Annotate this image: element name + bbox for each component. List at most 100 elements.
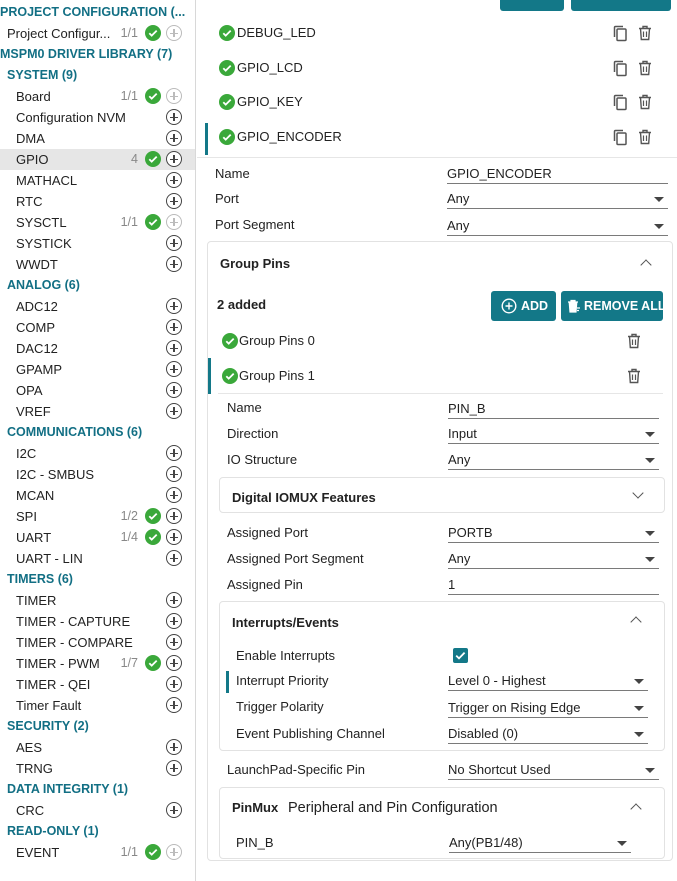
sidebar-item-configuration-nvm[interactable]: Configuration NVM bbox=[0, 107, 195, 128]
assigned-segment-select[interactable]: Any bbox=[448, 550, 659, 569]
sidebar-item-dac12[interactable]: DAC12 bbox=[0, 338, 195, 359]
add-module-icon[interactable] bbox=[166, 109, 182, 125]
add-pin-button[interactable]: ADD bbox=[491, 291, 556, 321]
launchpad-pin-select[interactable]: No Shortcut Used bbox=[448, 761, 659, 780]
add-module-icon[interactable] bbox=[166, 655, 182, 671]
add-module-icon[interactable] bbox=[166, 298, 182, 314]
sidebar-item-timer[interactable]: TIMER bbox=[0, 590, 195, 611]
trash-icon[interactable] bbox=[627, 333, 641, 352]
pinmux-pin-select[interactable]: Any(PB1/48) bbox=[449, 834, 631, 853]
digital-iomux-panel[interactable]: Digital IOMUX Features bbox=[219, 477, 665, 513]
instance-name-input[interactable]: GPIO_ENCODER bbox=[447, 165, 668, 184]
interrupt-priority-select[interactable]: Level 0 - Highest bbox=[448, 672, 648, 691]
category-system[interactable]: SYSTEM (9) bbox=[0, 65, 195, 86]
direction-select[interactable]: Input bbox=[448, 425, 659, 444]
add-module-icon[interactable] bbox=[166, 361, 182, 377]
add-module-icon[interactable] bbox=[166, 151, 182, 167]
category-analog[interactable]: ANALOG (6) bbox=[0, 275, 195, 296]
category-read-only[interactable]: READ-ONLY (1) bbox=[0, 821, 195, 842]
sidebar-item-rtc[interactable]: RTC bbox=[0, 191, 195, 212]
add-module-icon[interactable] bbox=[166, 25, 182, 41]
sidebar-item-comp[interactable]: COMP bbox=[0, 317, 195, 338]
sidebar-item-i2c[interactable]: I2C bbox=[0, 443, 195, 464]
port-select[interactable]: Any bbox=[447, 190, 668, 209]
category-data[interactable]: DATA INTEGRITY (1) bbox=[0, 779, 195, 800]
copy-icon[interactable] bbox=[612, 94, 628, 114]
add-module-icon[interactable] bbox=[166, 634, 182, 650]
enable-interrupts-checkbox[interactable] bbox=[453, 648, 468, 663]
add-module-icon[interactable] bbox=[166, 760, 182, 776]
sidebar-item-vref[interactable]: VREF bbox=[0, 401, 195, 422]
add-module-icon[interactable] bbox=[166, 739, 182, 755]
sidebar-item-sysctl[interactable]: SYSCTL 1/1 bbox=[0, 212, 195, 233]
group-pin-item-1[interactable]: Group Pins 1 bbox=[208, 359, 668, 393]
pin-name-input[interactable]: PIN_B bbox=[448, 400, 659, 419]
collapse-icon[interactable] bbox=[630, 803, 642, 815]
sidebar-item-adc12[interactable]: ADC12 bbox=[0, 296, 195, 317]
sidebar-item-mcan[interactable]: MCAN bbox=[0, 485, 195, 506]
sidebar-item-i2c-smbus[interactable]: I2C - SMBUS bbox=[0, 464, 195, 485]
expand-icon[interactable] bbox=[632, 487, 644, 499]
sidebar-item-uart[interactable]: UART 1/4 bbox=[0, 527, 195, 548]
add-module-icon[interactable] bbox=[166, 214, 182, 230]
instance-gpio-encoder[interactable]: GPIO_ENCODER bbox=[197, 120, 677, 154]
sidebar-item-spi[interactable]: SPI 1/2 bbox=[0, 506, 195, 527]
add-module-icon[interactable] bbox=[166, 382, 182, 398]
add-module-icon[interactable] bbox=[166, 172, 182, 188]
group-pin-item-0[interactable]: Group Pins 0 bbox=[208, 324, 668, 358]
io-structure-select[interactable]: Any bbox=[448, 451, 659, 470]
add-module-icon[interactable] bbox=[166, 88, 182, 104]
section-project-configuration[interactable]: PROJECT CONFIGURATION (... bbox=[0, 2, 195, 23]
trash-icon[interactable] bbox=[638, 129, 652, 148]
copy-icon[interactable] bbox=[612, 129, 628, 149]
sidebar-item-aes[interactable]: AES bbox=[0, 737, 195, 758]
category-timers[interactable]: TIMERS (6) bbox=[0, 569, 195, 590]
sidebar-item-board[interactable]: Board 1/1 bbox=[0, 86, 195, 107]
top-action-button-2[interactable] bbox=[571, 0, 671, 11]
trash-icon[interactable] bbox=[638, 25, 652, 44]
add-module-icon[interactable] bbox=[166, 319, 182, 335]
sidebar-item-uart-lin[interactable]: UART - LIN bbox=[0, 548, 195, 569]
sidebar-item-project-configuration[interactable]: Project Configur... 1/1 bbox=[0, 23, 195, 44]
sidebar-item-opa[interactable]: OPA bbox=[0, 380, 195, 401]
top-action-button[interactable] bbox=[500, 0, 564, 11]
section-driver-library[interactable]: MSPM0 DRIVER LIBRARY (7) bbox=[0, 44, 195, 65]
sidebar-item-timer-qei[interactable]: TIMER - QEI bbox=[0, 674, 195, 695]
assigned-port-select[interactable]: PORTB bbox=[448, 524, 659, 543]
add-module-icon[interactable] bbox=[166, 844, 182, 860]
sidebar-item-timer-pwm[interactable]: TIMER - PWM 1/7 bbox=[0, 653, 195, 674]
add-module-icon[interactable] bbox=[166, 130, 182, 146]
add-module-icon[interactable] bbox=[166, 508, 182, 524]
collapse-icon[interactable] bbox=[630, 616, 642, 628]
add-module-icon[interactable] bbox=[166, 403, 182, 419]
assigned-pin-input[interactable]: 1 bbox=[448, 576, 659, 595]
sidebar-item-wwdt[interactable]: WWDT bbox=[0, 254, 195, 275]
category-security[interactable]: SECURITY (2) bbox=[0, 716, 195, 737]
trash-icon[interactable] bbox=[638, 94, 652, 113]
trash-icon[interactable] bbox=[627, 368, 641, 387]
instance-gpio-key[interactable]: GPIO_KEY bbox=[197, 85, 677, 119]
add-module-icon[interactable] bbox=[166, 802, 182, 818]
instance-gpio-lcd[interactable]: GPIO_LCD bbox=[197, 51, 677, 85]
add-module-icon[interactable] bbox=[166, 613, 182, 629]
add-module-icon[interactable] bbox=[166, 193, 182, 209]
collapse-icon[interactable] bbox=[640, 259, 652, 271]
sidebar-item-crc[interactable]: CRC bbox=[0, 800, 195, 821]
instance-debug-led[interactable]: DEBUG_LED bbox=[197, 16, 677, 50]
sidebar-item-timer-compare[interactable]: TIMER - COMPARE bbox=[0, 632, 195, 653]
add-module-icon[interactable] bbox=[166, 697, 182, 713]
sidebar-item-gpio[interactable]: GPIO 4 bbox=[0, 149, 195, 170]
sidebar-item-mathacl[interactable]: MATHACL bbox=[0, 170, 195, 191]
copy-icon[interactable] bbox=[612, 60, 628, 80]
sidebar-item-systick[interactable]: SYSTICK bbox=[0, 233, 195, 254]
sidebar-item-event[interactable]: EVENT 1/1 bbox=[0, 842, 195, 863]
add-module-icon[interactable] bbox=[166, 487, 182, 503]
add-module-icon[interactable] bbox=[166, 529, 182, 545]
sidebar-item-trng[interactable]: TRNG bbox=[0, 758, 195, 779]
add-module-icon[interactable] bbox=[166, 676, 182, 692]
category-communications[interactable]: COMMUNICATIONS (6) bbox=[0, 422, 195, 443]
sidebar-item-gpamp[interactable]: GPAMP bbox=[0, 359, 195, 380]
sidebar-item-dma[interactable]: DMA bbox=[0, 128, 195, 149]
add-module-icon[interactable] bbox=[166, 340, 182, 356]
trigger-polarity-select[interactable]: Trigger on Rising Edge bbox=[448, 699, 648, 718]
